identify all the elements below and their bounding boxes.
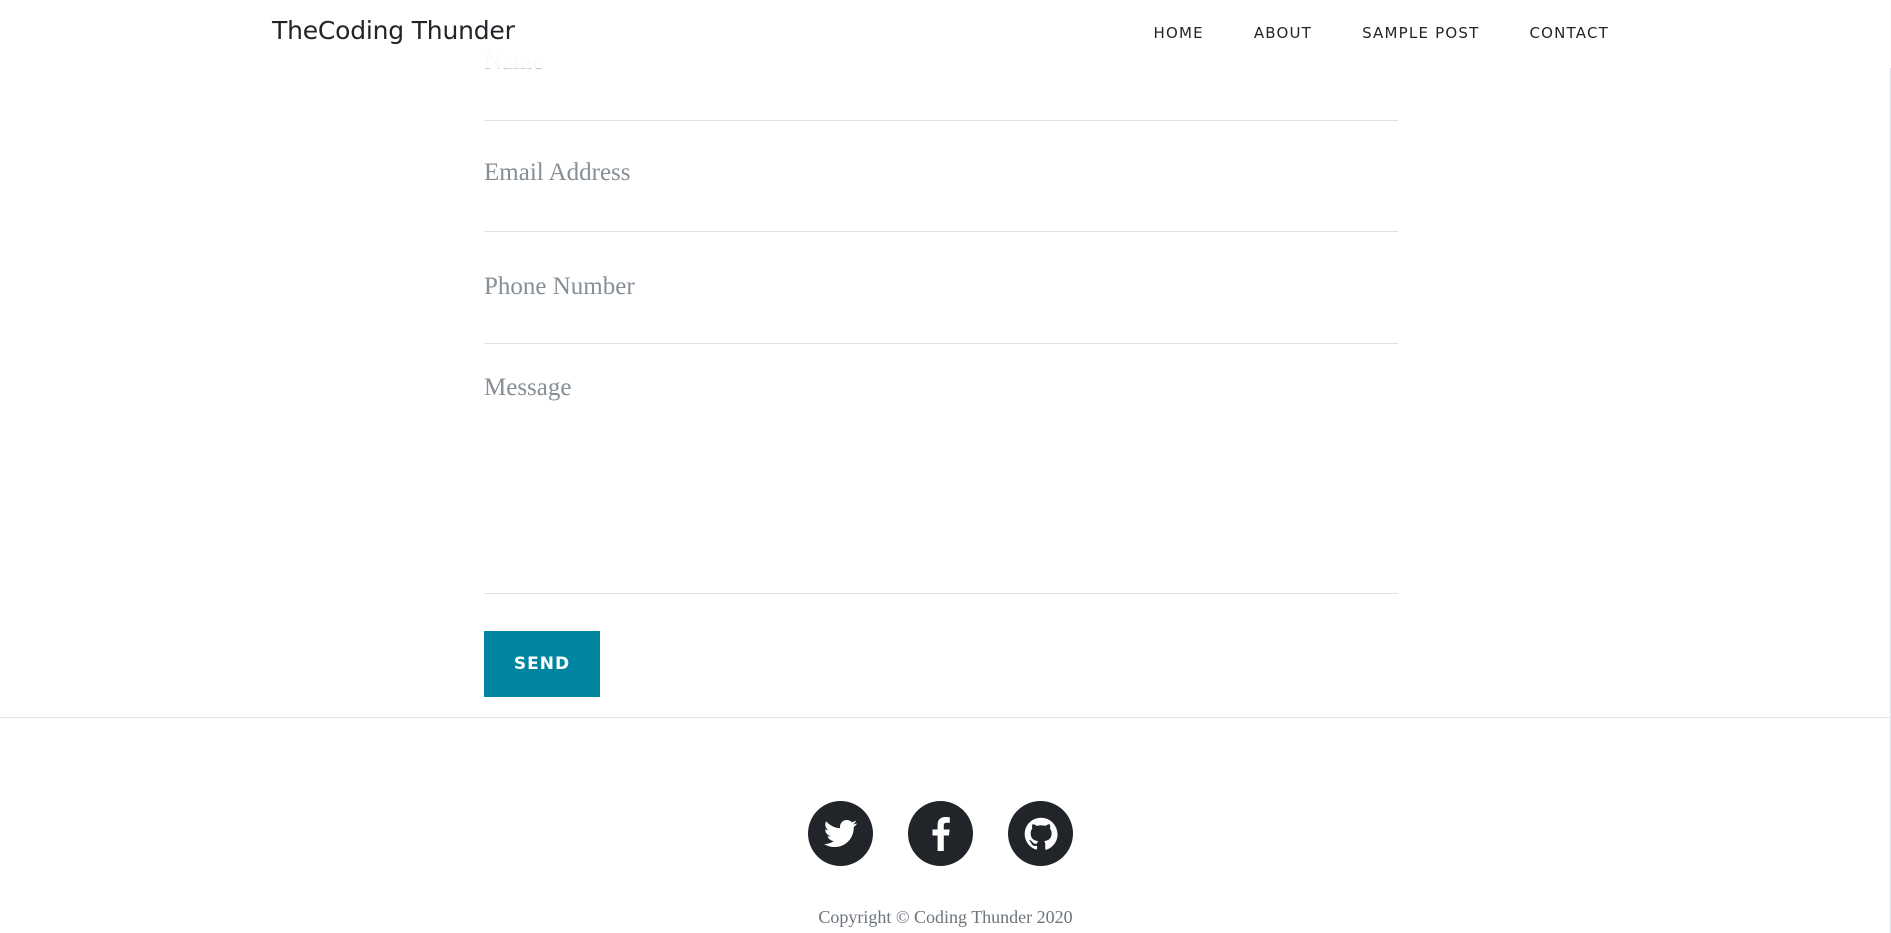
message-field-group — [484, 344, 1398, 594]
twitter-link[interactable] — [808, 801, 873, 866]
email-input[interactable] — [484, 159, 1398, 187]
twitter-icon — [823, 819, 857, 847]
nav-link-about[interactable]: ABOUT — [1254, 24, 1312, 42]
section-divider — [0, 717, 1891, 718]
message-textarea[interactable] — [484, 374, 1398, 554]
github-link[interactable] — [1008, 801, 1073, 866]
phone-field-group — [484, 232, 1398, 344]
brand-logo[interactable]: TheCoding Thunder — [272, 16, 515, 45]
facebook-icon — [932, 816, 950, 851]
social-links — [808, 801, 1073, 866]
navbar: TheCoding Thunder HOME ABOUT SAMPLE POST… — [0, 0, 1891, 68]
phone-input[interactable] — [484, 273, 1398, 301]
facebook-link[interactable] — [908, 801, 973, 866]
nav-link-sample-post[interactable]: SAMPLE POST — [1362, 24, 1479, 42]
nav-menu: HOME ABOUT SAMPLE POST CONTACT — [1154, 24, 1610, 42]
copyright-text: Copyright © Coding Thunder 2020 — [818, 907, 1073, 927]
github-icon — [1024, 817, 1058, 850]
nav-link-home[interactable]: HOME — [1154, 24, 1204, 42]
send-button[interactable]: SEND — [484, 631, 600, 697]
email-field-group — [484, 121, 1398, 232]
nav-link-contact[interactable]: CONTACT — [1529, 24, 1609, 42]
page: SEND TheCoding Thunder HOME ABOUT SAMPLE… — [0, 0, 1891, 933]
